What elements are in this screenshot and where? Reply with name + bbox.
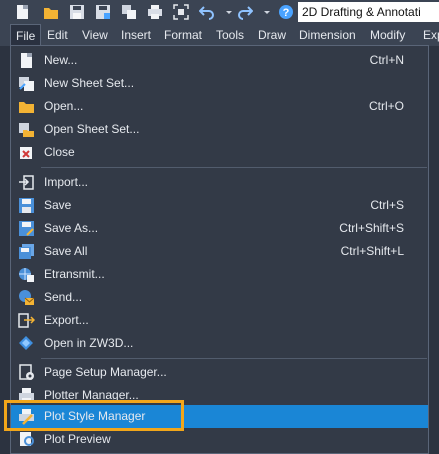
menu-item-export[interactable]: Export... (11, 309, 428, 332)
page-setup-icon (18, 364, 35, 381)
new-document-icon (18, 52, 35, 69)
menu-item-save-all[interactable]: Save All Ctrl+Shift+L (11, 240, 428, 263)
redo-dropdown-icon[interactable] (258, 3, 276, 21)
open-folder-icon[interactable] (42, 3, 60, 21)
menu-view[interactable]: View (77, 24, 113, 46)
redo-icon[interactable] (236, 3, 254, 21)
menu-item-label: Open Sheet Set... (44, 122, 140, 136)
menu-item-import[interactable]: Import... (11, 171, 428, 194)
zw3d-icon (18, 335, 35, 352)
save-as-icon (18, 220, 35, 237)
menu-item-shortcut: Ctrl+N (369, 53, 404, 67)
menu-item-label: Export... (44, 313, 89, 327)
menu-item-save-as[interactable]: Save As... Ctrl+Shift+S (11, 217, 428, 240)
new-icon[interactable] (14, 3, 32, 21)
menu-item-save[interactable]: Save Ctrl+S (11, 194, 428, 217)
menu-item-open-sheet-set[interactable]: Open Sheet Set... (11, 118, 428, 141)
menu-item-new-sheet-set[interactable]: New Sheet Set... (11, 72, 428, 95)
etransmit-icon (18, 266, 35, 283)
menu-modify[interactable]: Modify (365, 24, 410, 46)
save-icon (18, 197, 35, 214)
open-folder-icon (18, 98, 35, 115)
close-document-icon (18, 144, 35, 161)
help-icon[interactable]: ? (277, 3, 295, 21)
plot-preview-icon (18, 431, 35, 448)
menu-item-send[interactable]: Send... (11, 286, 428, 309)
quick-access-toolbar: ? 2D Drafting & Annotati (0, 0, 439, 24)
save-all-icon (18, 243, 35, 260)
menu-item-label: New... (44, 53, 78, 67)
menu-insert[interactable]: Insert (116, 24, 156, 46)
menu-item-label: Plot Preview (44, 432, 111, 446)
menu-item-label: Import... (44, 175, 89, 189)
menu-item-label: Save (44, 198, 72, 212)
menu-item-label: Etransmit... (44, 267, 105, 281)
file-menu-dropdown: New... Ctrl+N New Sheet Set... Open... C… (10, 45, 429, 454)
zoom-extents-icon[interactable] (172, 3, 190, 21)
menu-item-shortcut: Ctrl+Shift+S (339, 221, 404, 235)
menu-tools[interactable]: Tools (211, 24, 249, 46)
workspace-selector[interactable]: 2D Drafting & Annotati (298, 2, 439, 22)
menu-dimension[interactable]: Dimension (294, 24, 361, 46)
menu-item-plot-preview[interactable]: Plot Preview (11, 428, 428, 451)
svg-text:?: ? (283, 7, 290, 19)
menu-bar: File Edit View Insert Format Tools Draw … (0, 24, 439, 46)
menu-file[interactable]: File (10, 24, 42, 46)
menu-item-label: New Sheet Set... (44, 76, 135, 90)
menu-item-label: Open... (44, 99, 84, 113)
menu-item-label: Close (44, 145, 75, 159)
menu-draw[interactable]: Draw (253, 24, 291, 46)
background-panel-left (0, 46, 10, 454)
menu-item-open[interactable]: Open... Ctrl+O (11, 95, 428, 118)
save-as-icon[interactable] (94, 3, 112, 21)
export-icon (18, 312, 36, 329)
menu-item-shortcut: Ctrl+O (368, 99, 404, 113)
menu-separator (41, 167, 427, 168)
menu-format[interactable]: Format (159, 24, 207, 46)
menu-item-close[interactable]: Close (11, 141, 428, 164)
menu-item-label: Save As... (44, 221, 99, 235)
import-icon (18, 174, 35, 191)
menu-item-page-setup-manager[interactable]: Page Setup Manager... (11, 361, 428, 384)
menu-express[interactable]: Exp (418, 24, 439, 46)
menu-item-shortcut: Ctrl+S (370, 198, 404, 212)
menu-item-label: Page Setup Manager... (44, 365, 167, 379)
menu-item-shortcut: Ctrl+Shift+L (340, 244, 404, 258)
send-mail-icon (18, 289, 35, 306)
menu-item-open-in-zw3d[interactable]: Open in ZW3D... (11, 332, 428, 355)
open-sheet-set-icon (18, 121, 35, 138)
menu-item-label: Open in ZW3D... (44, 336, 134, 350)
menu-item-label: Send... (44, 290, 83, 304)
menu-item-label: Save All (44, 244, 88, 258)
highlight-callout (4, 400, 184, 431)
new-sheet-set-icon (18, 75, 35, 92)
background-panel-right (428, 46, 439, 454)
undo-icon[interactable] (198, 3, 216, 21)
sheet-set-icon[interactable] (120, 3, 138, 21)
menu-item-etransmit[interactable]: Etransmit... (11, 263, 428, 286)
menu-separator (41, 358, 427, 359)
print-icon[interactable] (146, 3, 164, 21)
menu-edit[interactable]: Edit (42, 24, 73, 46)
menu-item-new[interactable]: New... Ctrl+N (11, 49, 428, 72)
save-icon[interactable] (68, 3, 86, 21)
